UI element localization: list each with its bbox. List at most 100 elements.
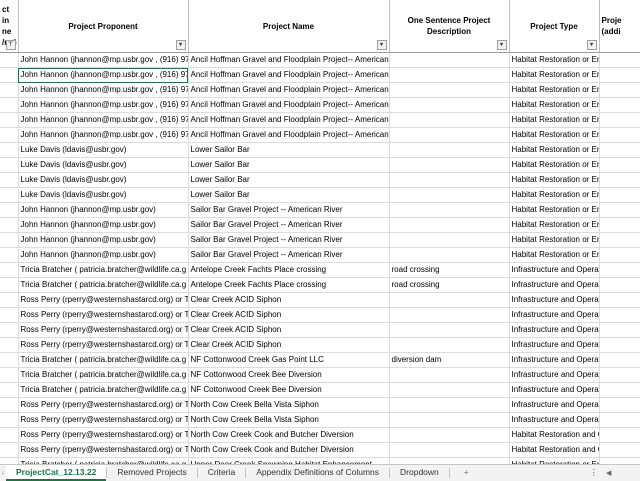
table-cell[interactable]: Ancil Hoffman Gravel and Floodplain Proj…: [188, 97, 390, 113]
table-cell[interactable]: John Hannon (jhannon@mp.usbr.gov , (916)…: [18, 67, 189, 83]
table-cell[interactable]: North Cow Creek Cook and Butcher Diversi…: [188, 442, 390, 458]
table-cell[interactable]: [389, 382, 510, 398]
table-cell[interactable]: [0, 67, 19, 83]
table-cell[interactable]: Habitat Restoration or Enhancement: [509, 187, 600, 203]
table-cell[interactable]: [599, 112, 640, 128]
table-cell[interactable]: [599, 352, 640, 368]
table-cell[interactable]: [599, 202, 640, 218]
table-cell[interactable]: [599, 157, 640, 173]
table-cell[interactable]: Habitat Restoration or Enhancement: [509, 232, 600, 248]
table-cell[interactable]: Infrastructure and Operations – Fish: [509, 292, 600, 308]
add-sheet-button[interactable]: +: [450, 465, 483, 481]
table-cell[interactable]: NF Cottonwood Creek Bee Diversion: [188, 367, 390, 383]
table-cell[interactable]: [599, 412, 640, 428]
tab-appendix-definitions[interactable]: Appendix Definitions of Columns: [246, 465, 389, 481]
table-cell[interactable]: [0, 292, 19, 308]
table-cell[interactable]: Ancil Hoffman Gravel and Floodplain Proj…: [188, 82, 390, 98]
table-cell[interactable]: [389, 157, 510, 173]
table-cell[interactable]: [599, 187, 640, 203]
table-cell[interactable]: Luke Davis (ldavis@usbr.gov): [18, 187, 189, 203]
table-cell[interactable]: [389, 187, 510, 203]
table-cell[interactable]: [389, 367, 510, 383]
table-cell[interactable]: [0, 157, 19, 173]
table-cell[interactable]: [0, 322, 19, 338]
table-cell[interactable]: Ross Perry (rperry@westernshastarcd.org)…: [18, 322, 189, 338]
table-cell[interactable]: [599, 67, 640, 83]
table-cell[interactable]: Habitat Restoration and Opera Infrastruc…: [509, 442, 600, 458]
table-cell[interactable]: Habitat Restoration or Enhancement: [509, 67, 600, 83]
table-cell[interactable]: Ross Perry (rperry@westernshastarcd.org)…: [18, 412, 189, 428]
dropdown-arrow-icon[interactable]: ▾: [376, 40, 387, 50]
table-cell[interactable]: North Cow Creek Bella Vista Siphon: [188, 412, 390, 428]
tab-criteria[interactable]: Criteria: [198, 465, 245, 481]
table-cell[interactable]: [389, 112, 510, 128]
header-cell[interactable]: Proje (addi: [599, 0, 640, 53]
table-cell[interactable]: [599, 172, 640, 188]
table-cell[interactable]: John Hannon (jhannon@mp.usbr.gov , (916)…: [18, 127, 189, 143]
table-cell[interactable]: Habitat Restoration or Enhancement: [509, 97, 600, 113]
table-cell[interactable]: Infrastructure and Operations – Fish: [509, 352, 600, 368]
table-cell[interactable]: Habitat Restoration or Enhancement: [509, 172, 600, 188]
table-cell[interactable]: North Cow Creek Bella Vista Siphon: [188, 397, 390, 413]
table-cell[interactable]: Ross Perry (rperry@westernshastarcd.org)…: [18, 427, 189, 443]
table-cell[interactable]: North Cow Creek Cook and Butcher Diversi…: [188, 427, 390, 443]
table-cell[interactable]: [599, 217, 640, 233]
table-cell[interactable]: [599, 262, 640, 278]
table-cell[interactable]: [0, 217, 19, 233]
filter-icon[interactable]: ⊤: [5, 40, 16, 50]
table-cell[interactable]: [599, 367, 640, 383]
table-cell[interactable]: [0, 412, 19, 428]
table-cell[interactable]: John Hannon (jhannon@mp.usbr.gov): [18, 217, 189, 233]
table-cell[interactable]: Ancil Hoffman Gravel and Floodplain Proj…: [188, 52, 390, 68]
table-cell[interactable]: [599, 127, 640, 143]
table-cell[interactable]: Luke Davis (ldavis@usbr.gov): [18, 172, 189, 188]
table-cell[interactable]: [389, 322, 510, 338]
table-cell[interactable]: Clear Creek ACID Siphon: [188, 307, 390, 323]
table-cell[interactable]: [389, 427, 510, 443]
table-cell[interactable]: [389, 397, 510, 413]
table-cell[interactable]: [389, 217, 510, 233]
table-cell[interactable]: Infrastructure and Operations – Fish: [509, 262, 600, 278]
table-cell[interactable]: [599, 382, 640, 398]
header-cell[interactable]: Project Proponent ▾: [18, 0, 189, 53]
header-cell[interactable]: Project Name ▾: [188, 0, 390, 53]
table-cell[interactable]: [0, 202, 19, 218]
table-cell[interactable]: road crossing: [389, 277, 510, 293]
table-cell[interactable]: [0, 112, 19, 128]
table-cell[interactable]: [0, 97, 19, 113]
table-cell[interactable]: [0, 52, 19, 68]
table-cell[interactable]: [599, 97, 640, 113]
table-cell[interactable]: Ross Perry (rperry@westernshastarcd.org)…: [18, 307, 189, 323]
table-cell[interactable]: [389, 82, 510, 98]
table-cell[interactable]: [0, 247, 19, 263]
table-cell[interactable]: Sailor Bar Gravel Project -- American Ri…: [188, 217, 390, 233]
table-cell[interactable]: [0, 172, 19, 188]
table-cell[interactable]: [389, 247, 510, 263]
tab-dropdown[interactable]: Dropdown: [390, 465, 449, 481]
table-cell[interactable]: John Hannon (jhannon@mp.usbr.gov , (916)…: [18, 82, 189, 98]
table-cell[interactable]: [599, 397, 640, 413]
table-cell[interactable]: [0, 127, 19, 143]
table-cell[interactable]: Habitat Restoration or Enhancement: [509, 247, 600, 263]
table-cell[interactable]: Antelope Creek Fachts Place crossing: [188, 277, 390, 293]
table-cell[interactable]: Habitat Restoration or Enhancement: [509, 112, 600, 128]
table-cell[interactable]: Ancil Hoffman Gravel and Floodplain Proj…: [188, 112, 390, 128]
tab-projectcat[interactable]: ProjectCat_12.13.22: [6, 465, 107, 481]
table-cell[interactable]: John Hannon (jhannon@mp.usbr.gov , (916)…: [18, 97, 189, 113]
table-cell[interactable]: John Hannon (jhannon@mp.usbr.gov , (916)…: [18, 52, 189, 68]
table-cell[interactable]: road crossing: [389, 262, 510, 278]
table-cell[interactable]: [0, 277, 19, 293]
table-cell[interactable]: [0, 337, 19, 353]
table-cell[interactable]: [389, 172, 510, 188]
table-cell[interactable]: Tricia Bratcher ( patricia.bratcher@wild…: [18, 262, 189, 278]
table-cell[interactable]: Infrastructure and Operations – Fish: [509, 277, 600, 293]
table-cell[interactable]: Clear Creek ACID Siphon: [188, 337, 390, 353]
table-cell[interactable]: Tricia Bratcher ( patricia.bratcher@wild…: [18, 367, 189, 383]
table-cell[interactable]: Luke Davis (ldavis@usbr.gov): [18, 142, 189, 158]
table-cell[interactable]: Habitat Restoration or Enhancement: [509, 142, 600, 158]
table-cell[interactable]: Lower Sailor Bar: [188, 172, 390, 188]
table-cell[interactable]: Tricia Bratcher ( patricia.bratcher@wild…: [18, 382, 189, 398]
table-cell[interactable]: NF Cottonwood Creek Bee Diversion: [188, 382, 390, 398]
table-cell[interactable]: Habitat Restoration or Enhancement: [509, 217, 600, 233]
table-cell[interactable]: [0, 367, 19, 383]
